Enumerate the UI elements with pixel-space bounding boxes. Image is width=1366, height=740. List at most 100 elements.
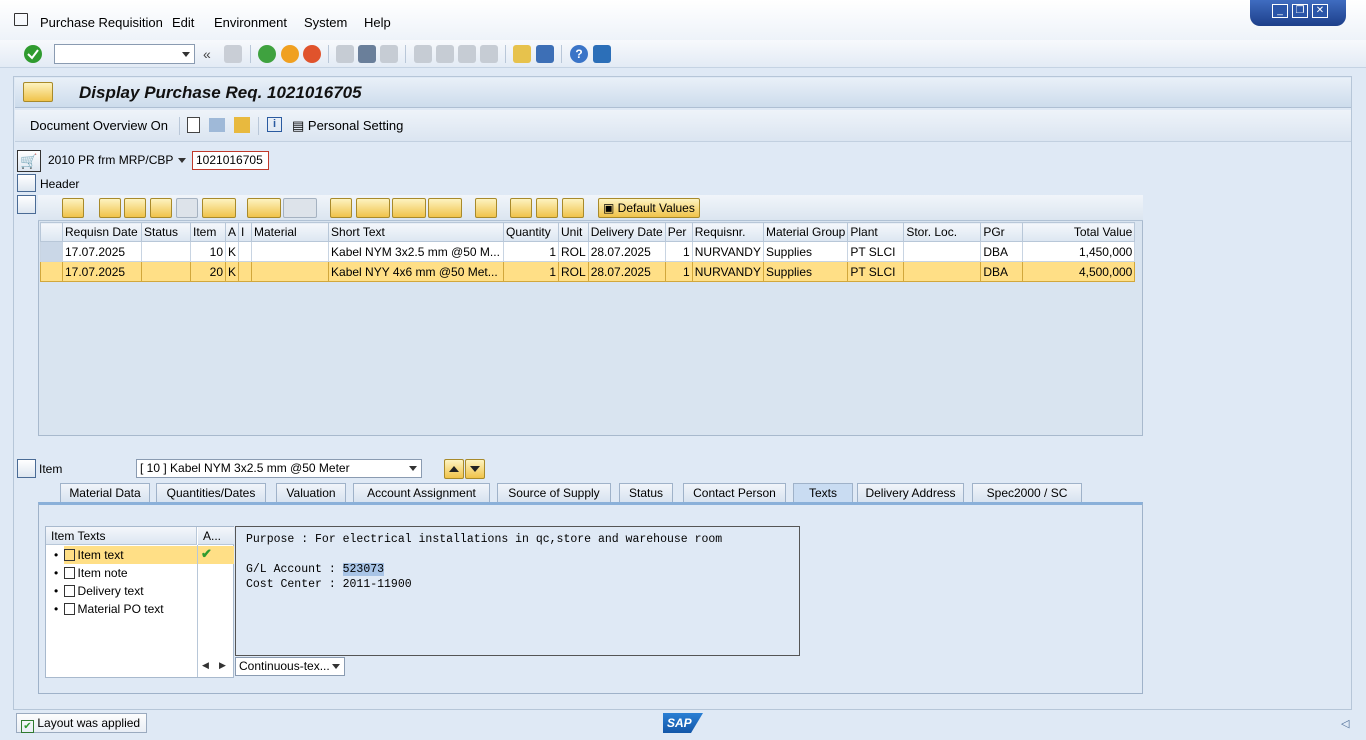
find-next-icon[interactable] (380, 45, 398, 63)
default-values-button[interactable]: ▣ Default Values (598, 198, 700, 218)
table-cell[interactable] (251, 241, 330, 262)
column-header[interactable]: Requisnr. (691, 222, 764, 242)
table-cell[interactable]: 4,500,000 (1022, 261, 1136, 282)
table-cell[interactable]: K (224, 241, 240, 262)
chevron-down-icon[interactable] (178, 158, 186, 163)
exit-icon[interactable] (281, 45, 299, 63)
tab-quantities-dates[interactable]: Quantities/Dates (156, 483, 266, 503)
first-page-icon[interactable] (414, 45, 432, 63)
filter-icon[interactable] (202, 198, 236, 218)
table-cell[interactable] (141, 261, 191, 282)
table-cell[interactable]: ROL (558, 241, 589, 262)
find-icon[interactable] (358, 45, 376, 63)
change-icon[interactable] (209, 118, 225, 132)
items-expand-icon[interactable] (17, 195, 36, 214)
table-cell[interactable]: ROL (558, 261, 589, 282)
list-item[interactable]: • Item note (54, 566, 128, 580)
table-cell[interactable]: 1 (664, 261, 693, 282)
tab-contact-person[interactable]: Contact Person (683, 483, 786, 503)
header-expand-icon[interactable] (17, 174, 36, 192)
column-header[interactable]: Material Group (762, 222, 849, 242)
table-cell[interactable]: Kabel NYY 4x6 mm @50 Met... (328, 261, 505, 282)
menu-icon[interactable] (14, 13, 28, 26)
table-row-selected[interactable]: 17.07.2025 20 K Kabel NYY 4x6 mm @50 Met… (40, 261, 1136, 282)
tab-spec2000-sc[interactable]: Spec2000 / SC (972, 483, 1082, 503)
table-cell[interactable]: DBA (980, 241, 1024, 262)
transfer-icon[interactable] (510, 198, 532, 218)
menu-environment[interactable]: Environment (214, 15, 287, 30)
table-cell[interactable]: 28.07.2025 (587, 241, 666, 262)
column-header[interactable]: Material (251, 222, 330, 242)
column-header[interactable]: I (238, 222, 253, 242)
column-header[interactable]: PGr (980, 222, 1024, 242)
find-next-icon[interactable] (176, 198, 198, 218)
details-icon[interactable] (62, 198, 84, 218)
table-cell[interactable]: Kabel NYM 3x2.5 mm @50 M... (328, 241, 505, 262)
text-editor[interactable]: Purpose : For electrical installations i… (235, 526, 800, 656)
save-icon[interactable] (224, 45, 242, 63)
document-menu-icon[interactable] (23, 82, 53, 102)
column-header[interactable]: Delivery Date (587, 222, 666, 242)
shortcut-icon[interactable] (536, 45, 554, 63)
column-header[interactable]: Status (141, 222, 191, 242)
tab-account-assignment[interactable]: Account Assignment (353, 483, 490, 503)
expand-status-icon[interactable]: ◁ (1341, 717, 1349, 730)
pr-number-field[interactable]: 1021016705 (192, 151, 269, 170)
table-cell[interactable] (251, 261, 330, 282)
cart-icon[interactable]: 🛒 (17, 150, 41, 172)
find-icon[interactable] (150, 198, 172, 218)
other-requisition-icon[interactable] (234, 117, 250, 133)
table-row[interactable]: 17.07.2025 10 K Kabel NYM 3x2.5 mm @50 M… (40, 241, 1136, 262)
table-cell[interactable]: 20 (190, 261, 226, 282)
next-item-button[interactable] (465, 459, 485, 479)
print-icon[interactable] (330, 198, 352, 218)
item-expand-icon[interactable] (17, 459, 36, 478)
editor-mode-select[interactable]: Continuous-tex... (235, 657, 345, 676)
table-cell[interactable] (238, 261, 253, 282)
table-cell[interactable]: 1 (503, 261, 560, 282)
tab-status[interactable]: Status (619, 483, 673, 503)
sum-icon[interactable] (247, 198, 281, 218)
column-header[interactable]: Quantity (503, 222, 560, 242)
tab-texts[interactable]: Texts (793, 483, 853, 503)
info-icon[interactable] (475, 198, 497, 218)
next-page-icon[interactable] (458, 45, 476, 63)
sort-ascending-icon[interactable] (99, 198, 121, 218)
chevron-down-icon[interactable] (409, 466, 417, 471)
table-cell[interactable] (141, 241, 191, 262)
table-cell[interactable]: 1 (664, 241, 693, 262)
restore-button[interactable]: ❐ (1292, 4, 1308, 18)
list-item[interactable]: • Item text (54, 548, 124, 562)
tab-valuation[interactable]: Valuation (276, 483, 346, 503)
menu-system[interactable]: System (304, 15, 347, 30)
lock-icon[interactable] (562, 198, 584, 218)
column-header[interactable]: Item (190, 222, 226, 242)
chevron-down-icon[interactable] (332, 664, 340, 669)
menu-purchase-requisition[interactable]: Purchase Requisition (40, 15, 163, 30)
column-header[interactable]: Stor. Loc. (903, 222, 982, 242)
previous-page-icon[interactable] (436, 45, 454, 63)
table-cell[interactable]: Supplies (762, 261, 849, 282)
create-icon[interactable] (187, 117, 200, 133)
item-select[interactable]: [ 10 ] Kabel NYM 3x2.5 mm @50 Meter (136, 459, 422, 478)
chevron-down-icon[interactable] (182, 52, 190, 57)
table-cell[interactable] (903, 261, 982, 282)
enter-icon[interactable] (24, 45, 42, 63)
subtotal-icon[interactable] (283, 198, 317, 218)
column-header[interactable]: Total Value (1022, 222, 1136, 242)
table-cell[interactable]: K (224, 261, 240, 282)
column-header[interactable]: Per (664, 222, 693, 242)
column-header[interactable]: Short Text (328, 222, 505, 242)
document-overview-button[interactable]: Document Overview On (30, 118, 168, 133)
table-cell[interactable]: 10 (190, 241, 226, 262)
table-cell[interactable]: 17.07.2025 (62, 261, 142, 282)
menu-edit[interactable]: Edit (172, 15, 194, 30)
table-cell[interactable]: Supplies (762, 241, 849, 262)
layout-icon[interactable] (428, 198, 462, 218)
list-item[interactable]: • Delivery text (54, 584, 144, 598)
select-all-column[interactable] (40, 222, 63, 242)
export-icon[interactable] (392, 198, 426, 218)
info-icon[interactable]: i (267, 117, 282, 132)
document-type-select[interactable]: 2010 PR frm MRP/CBP (44, 151, 191, 170)
last-page-icon[interactable] (480, 45, 498, 63)
